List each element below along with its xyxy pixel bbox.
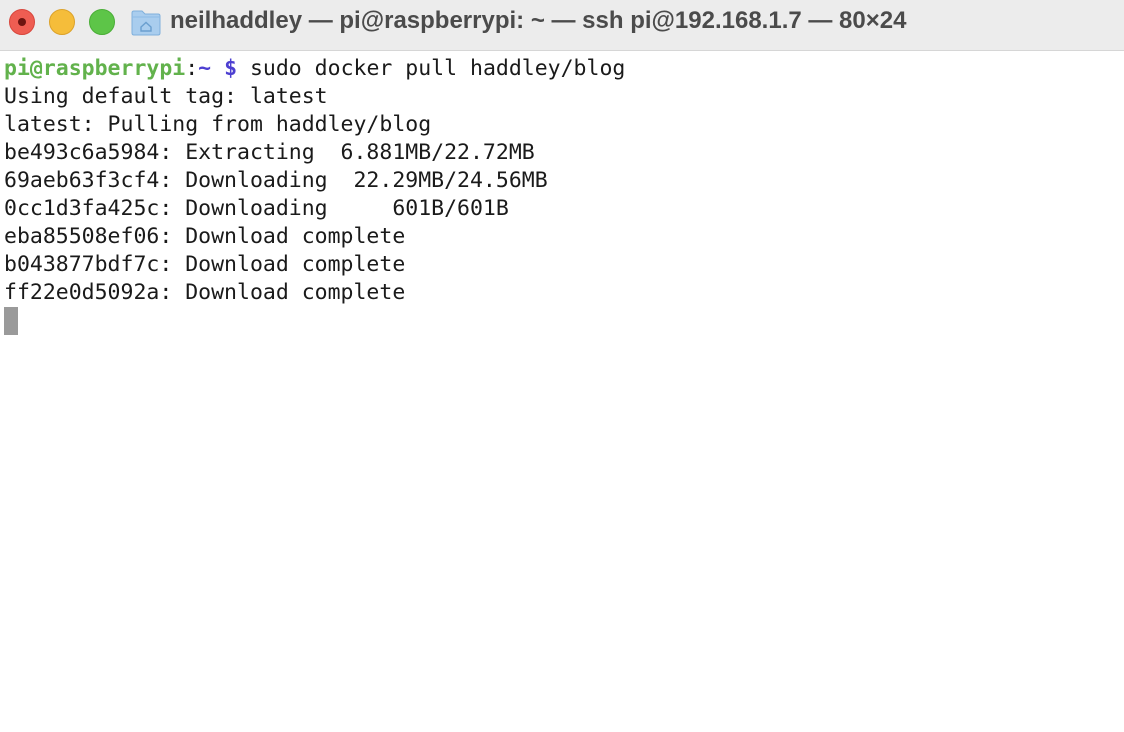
prompt-sigil: $ (211, 56, 238, 81)
close-button[interactable] (9, 9, 35, 35)
output-line: b043877bdf7c: Download complete (4, 252, 406, 277)
terminal-window: neilhaddley — pi@raspberrypi: ~ — ssh pi… (0, 0, 1124, 732)
window-title: neilhaddley — pi@raspberrypi: ~ — ssh pi… (170, 7, 907, 34)
output-line: 69aeb63f3cf4: Downloading 22.29MB/24.56M… (4, 168, 548, 193)
output-line: eba85508ef06: Download complete (4, 224, 406, 249)
prompt-line: pi@raspberrypi:~ $ sudo docker pull hadd… (4, 55, 625, 83)
output-line: 0cc1d3fa425c: Downloading 601B/601B (4, 196, 509, 221)
minimize-button[interactable] (49, 9, 75, 35)
output-line: latest: Pulling from haddley/blog (4, 112, 432, 137)
command-text: sudo docker pull haddley/blog (237, 56, 626, 81)
title-bar[interactable]: neilhaddley — pi@raspberrypi: ~ — ssh pi… (0, 0, 1124, 51)
output-line: Using default tag: latest (4, 84, 328, 109)
terminal-output[interactable]: pi@raspberrypi:~ $ sudo docker pull hadd… (0, 55, 1124, 732)
folder-home-icon (131, 10, 161, 36)
output-line: be493c6a5984: Extracting 6.881MB/22.72MB (4, 140, 535, 165)
output-line: ff22e0d5092a: Download complete (4, 280, 406, 305)
prompt-user: pi@raspberrypi (4, 56, 186, 81)
prompt-path: ~ (198, 56, 212, 81)
zoom-button[interactable] (89, 9, 115, 35)
terminal-cursor (4, 307, 18, 335)
prompt-separator: : (185, 56, 199, 81)
close-icon (18, 18, 26, 26)
